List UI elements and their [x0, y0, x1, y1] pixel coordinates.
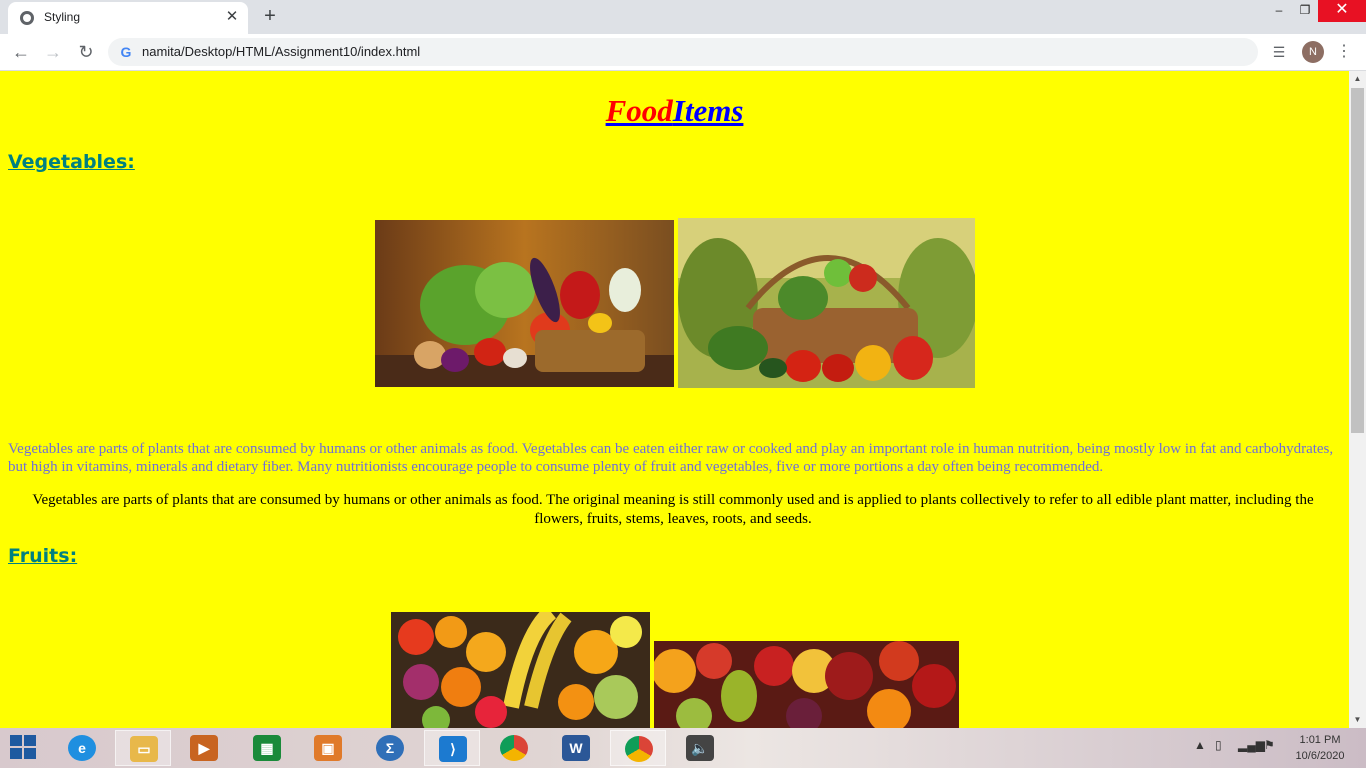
minimize-button[interactable]: –: [1266, 0, 1292, 22]
fruits-photo-2: [654, 641, 959, 728]
word-icon[interactable]: W: [548, 730, 604, 766]
restore-button[interactable]: ❐: [1292, 0, 1318, 22]
scroll-down-icon[interactable]: ▼: [1349, 712, 1366, 728]
flag-icon[interactable]: ⚑: [1264, 738, 1275, 752]
media-queue-icon[interactable]: ☰: [1270, 43, 1288, 61]
title-food: Food: [605, 93, 673, 128]
tab-strip: Styling ✕ + – ❐ ✕: [0, 0, 1366, 34]
clock-time: 1:01 PM: [1299, 734, 1341, 746]
network-icon[interactable]: ▂▄▆: [1238, 738, 1265, 752]
google-icon: G: [120, 44, 132, 60]
vegetables-description-1: Vegetables are parts of plants that are …: [8, 441, 1334, 475]
show-hidden-icons-icon[interactable]: ▲: [1194, 738, 1206, 752]
new-tab-button[interactable]: +: [258, 4, 282, 28]
scroll-thumb[interactable]: [1351, 88, 1364, 433]
clock-date: 10/6/2020: [1295, 750, 1345, 762]
store-icon[interactable]: ▦: [239, 730, 295, 766]
page-content: FoodItems Vegetables: Vegetables are par…: [0, 71, 1349, 728]
screen: Styling ✕ + – ❐ ✕ ← → ↻ G namita/Desktop…: [0, 0, 1366, 768]
system-clock[interactable]: 1:01 PM 10/6/2020: [1288, 732, 1352, 764]
profile-avatar[interactable]: N: [1302, 41, 1324, 63]
forward-icon[interactable]: →: [41, 40, 65, 64]
window-close-button[interactable]: ✕: [1318, 0, 1366, 22]
vs-code-icon[interactable]: ⟩: [424, 730, 480, 766]
title-items: Items: [672, 93, 744, 128]
tab-title: Styling: [44, 10, 81, 24]
speaker-icon[interactable]: 🔈: [672, 730, 728, 766]
fruits-heading: Fruits:: [8, 545, 78, 567]
chrome-icon[interactable]: [486, 730, 542, 766]
browser-toolbar: ← → ↻ G namita/Desktop/HTML/Assignment10…: [0, 34, 1366, 71]
internet-explorer-icon[interactable]: e: [54, 730, 110, 766]
vegetables-heading: Vegetables:: [8, 151, 135, 173]
tab-close-icon[interactable]: ✕: [222, 7, 242, 27]
calculator-icon[interactable]: Σ: [362, 730, 418, 766]
address-bar[interactable]: G namita/Desktop/HTML/Assignment10/index…: [108, 38, 1258, 66]
device-icon[interactable]: ▯: [1215, 738, 1222, 752]
back-icon[interactable]: ←: [9, 40, 33, 64]
globe-icon: [20, 11, 34, 25]
chrome-profile-icon[interactable]: [610, 730, 666, 766]
file-explorer-icon[interactable]: ▭: [115, 730, 171, 766]
vertical-scrollbar[interactable]: ▲ ▼: [1349, 71, 1366, 728]
vegetables-description-2: Vegetables are parts of plants that are …: [32, 492, 1314, 527]
menu-icon[interactable]: ⋮: [1336, 42, 1352, 62]
scroll-up-icon[interactable]: ▲: [1349, 71, 1366, 87]
vegetables-photo-2: [678, 218, 975, 388]
fruits-photo-1: [391, 612, 650, 728]
vegetables-photo-1: [375, 220, 674, 387]
media-player-icon[interactable]: ▶: [176, 730, 232, 766]
control-panel-icon[interactable]: ▣: [300, 730, 356, 766]
windows-taskbar: e ▭ ▶ ▦ ▣ Σ ⟩ W 🔈 ▲ ▯ ▂▄▆ ⚑ 1:01 PM 10/6…: [0, 728, 1366, 768]
browser-tab[interactable]: Styling ✕: [8, 2, 248, 34]
page-title: FoodItems: [0, 93, 1349, 129]
windows-start-icon[interactable]: [10, 735, 38, 761]
url-text[interactable]: namita/Desktop/HTML/Assignment10/index.h…: [142, 44, 420, 59]
reload-icon[interactable]: ↻: [74, 40, 98, 64]
